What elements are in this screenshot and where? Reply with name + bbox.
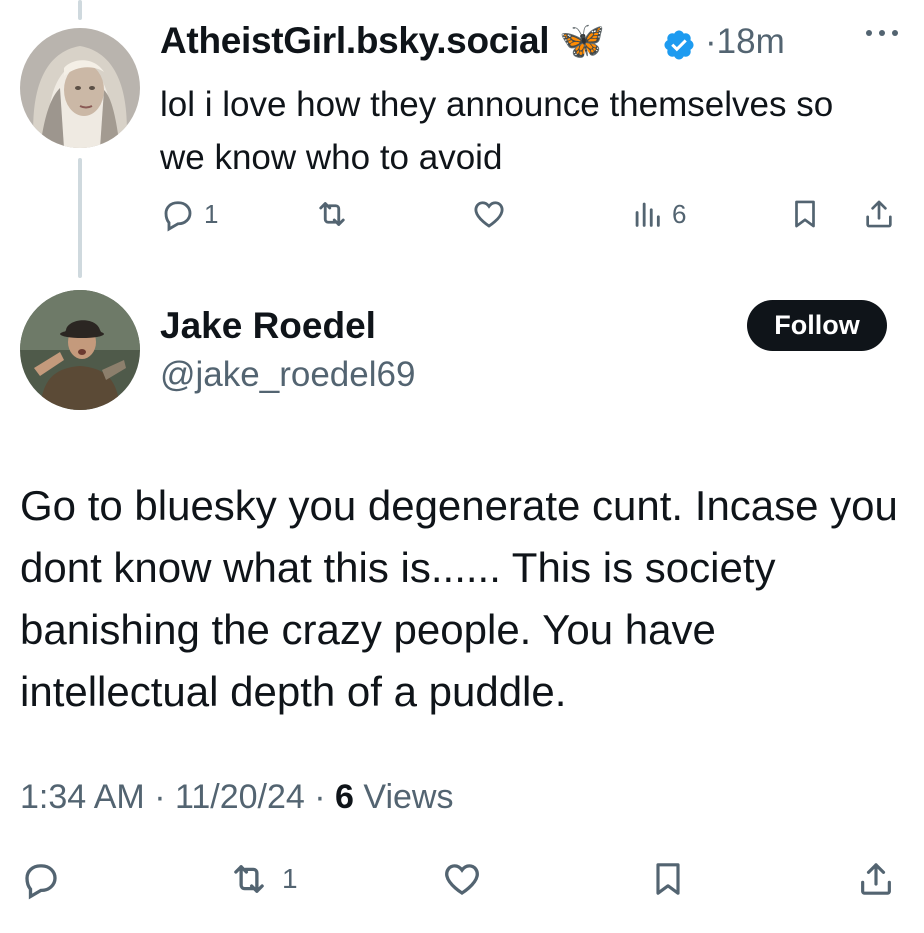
share-icon <box>861 863 891 895</box>
more-options-icon[interactable] <box>864 26 900 44</box>
time-text[interactable]: 18m <box>717 22 785 61</box>
main-retweet-count: 1 <box>282 863 298 894</box>
author-handle[interactable]: @jake_roedel69 <box>160 355 415 395</box>
like-button[interactable] <box>470 196 516 232</box>
follow-button[interactable]: Follow <box>747 300 887 351</box>
heart-icon <box>474 201 504 228</box>
tweet-date[interactable]: 11/20/24 <box>175 778 305 816</box>
reply-display-name[interactable]: AtheistGirl.bsky.social 🦋 <box>160 20 605 63</box>
main-reply-button[interactable] <box>20 858 72 900</box>
reply-icon <box>164 201 192 232</box>
avatar-jake-roedel[interactable] <box>20 290 140 410</box>
retweet-icon <box>234 865 264 893</box>
avatar-atheistgirl[interactable] <box>20 28 140 148</box>
views-button[interactable]: 6 <box>630 196 686 232</box>
bookmark-icon <box>795 200 815 228</box>
meta-separator-2: · <box>304 778 336 816</box>
bookmark-icon <box>656 863 680 895</box>
main-like-button[interactable] <box>440 858 494 900</box>
views-label: Views <box>353 778 454 816</box>
views-count: 6 <box>672 198 687 229</box>
retweet-button[interactable] <box>312 196 360 232</box>
views-icon <box>635 202 660 227</box>
author-display-name[interactable]: Jake Roedel <box>160 305 376 347</box>
butterfly-emoji: 🦋 <box>559 20 606 61</box>
heart-icon <box>445 864 479 895</box>
reply-count: 1 <box>204 198 219 229</box>
reply-button[interactable]: 1 <box>160 196 218 232</box>
views-number: 6 <box>335 778 354 816</box>
thread-line-top <box>78 0 82 20</box>
share-button[interactable] <box>862 196 896 232</box>
meta-separator: · <box>144 778 175 816</box>
reply-tweet-text: lol i love how they announce themselves … <box>160 85 834 177</box>
tweet-meta: 1:34 AM · 11/20/24 · 6 Views <box>20 778 453 817</box>
main-retweet-button[interactable]: 1 <box>226 858 298 900</box>
reply-timestamp[interactable]: ·18m <box>705 22 785 62</box>
thread-line <box>78 158 82 278</box>
display-name-text[interactable]: AtheistGirl.bsky.social <box>160 20 550 61</box>
verified-badge-icon <box>662 28 696 67</box>
main-share-button[interactable] <box>856 858 896 900</box>
separator-dot: · <box>705 22 717 61</box>
retweet-icon <box>319 202 345 226</box>
tweet-time[interactable]: 1:34 AM <box>20 778 145 816</box>
share-icon <box>866 200 892 228</box>
reply-icon <box>25 864 57 900</box>
bookmark-button[interactable] <box>788 196 822 232</box>
main-tweet-text: Go to bluesky you degenerate cunt. Incas… <box>20 482 898 715</box>
main-bookmark-button[interactable] <box>648 858 688 900</box>
